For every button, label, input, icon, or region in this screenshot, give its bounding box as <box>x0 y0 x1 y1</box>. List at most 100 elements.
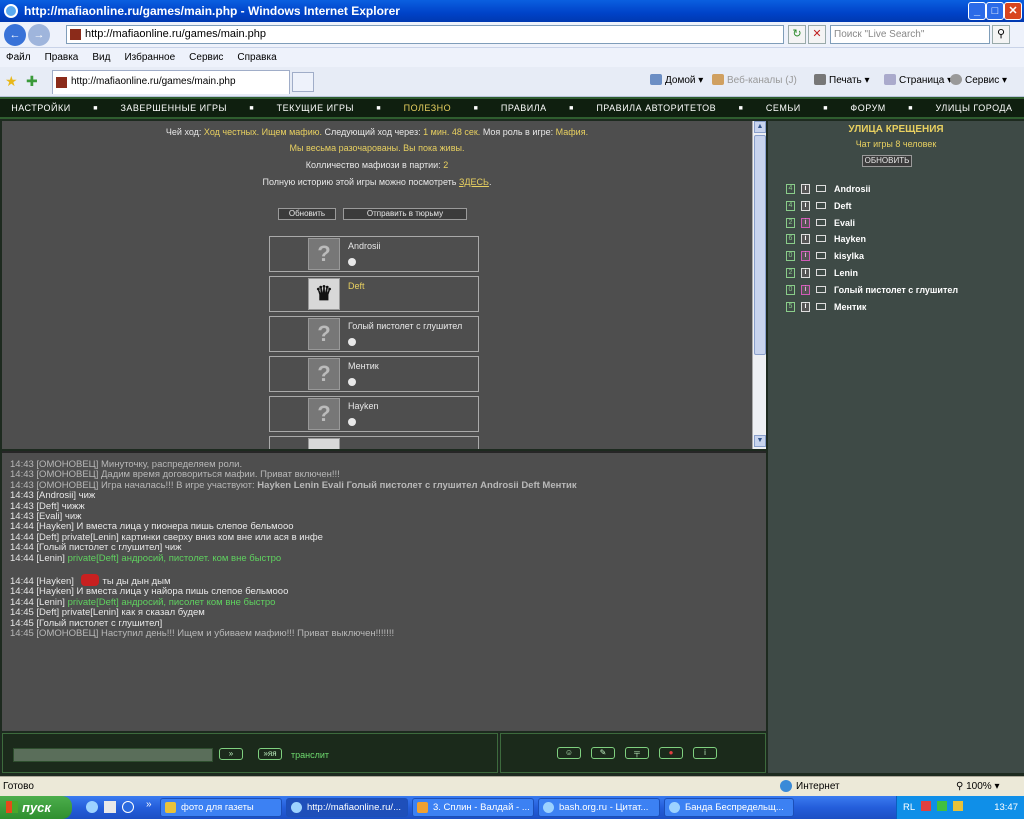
tray-app-icon[interactable] <box>952 801 963 811</box>
forward-button[interactable]: → <box>28 24 50 46</box>
mail-icon[interactable] <box>816 218 826 226</box>
player-name[interactable]: Голый пистолет с глушител <box>834 285 958 295</box>
home-button[interactable]: Домой ▾ <box>650 74 703 86</box>
vote-radio[interactable] <box>348 378 356 386</box>
menu-edit[interactable]: Правка <box>45 52 79 63</box>
sidebar-refresh-button[interactable]: ОБНОВИТЬ <box>862 155 912 167</box>
player-info-icon[interactable]: i <box>801 217 810 228</box>
task-photo-folder[interactable]: фото для газеты <box>160 798 282 817</box>
player-name[interactable]: Hayken <box>834 234 866 244</box>
info-icon[interactable]: i <box>693 747 717 759</box>
add-favorite-icon[interactable]: ✚ <box>26 73 38 90</box>
player-info-icon[interactable]: i <box>801 184 810 194</box>
task-banda[interactable]: Банда Беспредельщ... <box>664 798 794 817</box>
nav-city-streets[interactable]: УЛИЦЫ ГОРОДА <box>936 103 1013 113</box>
mail-icon[interactable] <box>816 252 826 260</box>
nav-rules[interactable]: ПРАВИЛА <box>501 103 547 113</box>
address-field[interactable]: http://mafiaonline.ru/games/main.php <box>66 25 784 44</box>
chat-input[interactable] <box>13 748 213 762</box>
page-button[interactable]: Страница ▾ <box>884 74 952 86</box>
quicklaunch-ie-icon[interactable] <box>86 801 98 813</box>
send-to-jail-button[interactable]: Отправить в тюрьму <box>343 208 467 220</box>
scroll-down-icon[interactable]: ▼ <box>754 435 766 447</box>
mail-icon[interactable] <box>816 201 826 209</box>
tray-app-icon[interactable] <box>921 801 932 811</box>
language-indicator[interactable]: RL <box>903 802 915 813</box>
player-card[interactable]: ? Голый пистолет с глушител <box>269 316 479 352</box>
player-info-icon[interactable]: i <box>801 284 810 295</box>
panel-scrollbar[interactable]: ▲ ▼ <box>752 121 766 449</box>
vote-radio[interactable] <box>348 338 356 346</box>
record-icon[interactable]: ● <box>659 747 683 759</box>
player-info-icon[interactable]: i <box>801 234 810 245</box>
menu-help[interactable]: Справка <box>237 52 276 63</box>
translit-link[interactable]: транслит <box>291 750 329 760</box>
search-input[interactable]: Поиск "Live Search" <box>830 25 990 44</box>
nav-forum[interactable]: ФОРУМ <box>850 103 885 113</box>
nav-settings[interactable]: НАСТРОЙКИ <box>11 103 71 113</box>
smile-icon[interactable]: ☺ <box>557 747 581 759</box>
stop-icon[interactable]: ✕ <box>808 25 826 44</box>
quicklaunch-media-icon[interactable] <box>122 801 134 813</box>
browser-tab[interactable]: http://mafiaonline.ru/games/main.php <box>52 70 290 94</box>
zoom-level[interactable]: ⚲ 100% ▾ <box>956 781 1000 792</box>
print-button[interactable]: Печать ▾ <box>814 74 870 86</box>
refresh-icon[interactable]: ↻ <box>788 25 806 44</box>
scroll-thumb[interactable] <box>754 135 766 355</box>
menu-view[interactable]: Вид <box>92 52 110 63</box>
player-name[interactable]: Lenin <box>834 268 858 278</box>
quicklaunch-more-icon[interactable]: » <box>146 799 152 810</box>
refresh-button[interactable]: Обновить <box>278 208 336 220</box>
player-name[interactable]: Evali <box>834 218 855 228</box>
player-info-icon[interactable]: i <box>801 251 810 262</box>
mail-icon[interactable] <box>816 185 826 192</box>
task-bash[interactable]: bash.org.ru - Цитат... <box>538 798 660 817</box>
nav-authority-rules[interactable]: ПРАВИЛА АВТОРИТЕТОВ <box>596 103 716 113</box>
player-card[interactable]: ♛ Deft <box>269 276 479 312</box>
send-private-button[interactable]: »яя <box>258 748 282 760</box>
history-link[interactable]: ЗДЕСЬ <box>459 177 489 187</box>
vote-radio[interactable] <box>348 258 356 266</box>
player-info-icon[interactable]: i <box>801 301 810 312</box>
task-ie-mafia[interactable]: http://mafiaonline.ru/... <box>286 798 408 817</box>
feeds-button[interactable]: Веб-каналы (J) <box>712 74 797 86</box>
close-button[interactable]: ✕ <box>1004 2 1022 20</box>
send-button[interactable]: » <box>219 748 243 760</box>
player-name[interactable]: Ментик <box>834 302 866 312</box>
player-name[interactable]: kisylka <box>834 251 864 261</box>
scroll-up-icon[interactable]: ▲ <box>754 121 766 133</box>
nav-families[interactable]: СЕМЬИ <box>766 103 801 113</box>
minimize-button[interactable]: _ <box>968 2 986 20</box>
new-tab-button[interactable] <box>292 72 314 92</box>
player-name[interactable]: Deft <box>834 201 852 211</box>
player-card[interactable] <box>269 436 479 449</box>
edit-icon[interactable]: ✎ <box>591 747 615 759</box>
menu-favorites[interactable]: Избранное <box>124 52 175 63</box>
search-icon[interactable]: ⚲ <box>992 25 1010 44</box>
mail-icon[interactable] <box>816 269 826 276</box>
player-name[interactable]: Androsii <box>834 184 871 194</box>
quicklaunch-desktop-icon[interactable] <box>104 801 116 813</box>
maximize-button[interactable]: □ <box>986 2 1004 20</box>
back-button[interactable]: ← <box>4 24 26 46</box>
tray-app-icon[interactable] <box>937 801 948 811</box>
nav-current-games[interactable]: ТЕКУЩИЕ ИГРЫ <box>277 103 354 113</box>
tools-button[interactable]: Сервис ▾ <box>950 74 1007 86</box>
nav-finished-games[interactable]: ЗАВЕРШЕННЫЕ ИГРЫ <box>120 103 226 113</box>
mail-icon[interactable] <box>816 235 826 243</box>
player-card[interactable]: ? Androsii <box>269 236 479 272</box>
mail-icon[interactable] <box>816 302 826 310</box>
nav-useful[interactable]: ПОЛЕЗНО <box>404 103 452 113</box>
start-button[interactable]: пуск <box>0 796 72 819</box>
player-card[interactable]: ? Hayken <box>269 396 479 432</box>
menu-file[interactable]: Файл <box>6 52 31 63</box>
player-info-icon[interactable]: i <box>801 268 810 278</box>
vote-radio[interactable] <box>348 418 356 426</box>
player-info-icon[interactable]: i <box>801 200 810 211</box>
menu-tools[interactable]: Сервис <box>189 52 223 63</box>
task-winamp[interactable]: 3. Сплин - Валдай - ... <box>412 798 534 817</box>
gun-icon[interactable]: ╤ <box>625 747 649 759</box>
player-card[interactable]: ? Ментик <box>269 356 479 392</box>
mail-icon[interactable] <box>816 285 826 293</box>
favorites-star-icon[interactable]: ★ <box>5 73 18 90</box>
